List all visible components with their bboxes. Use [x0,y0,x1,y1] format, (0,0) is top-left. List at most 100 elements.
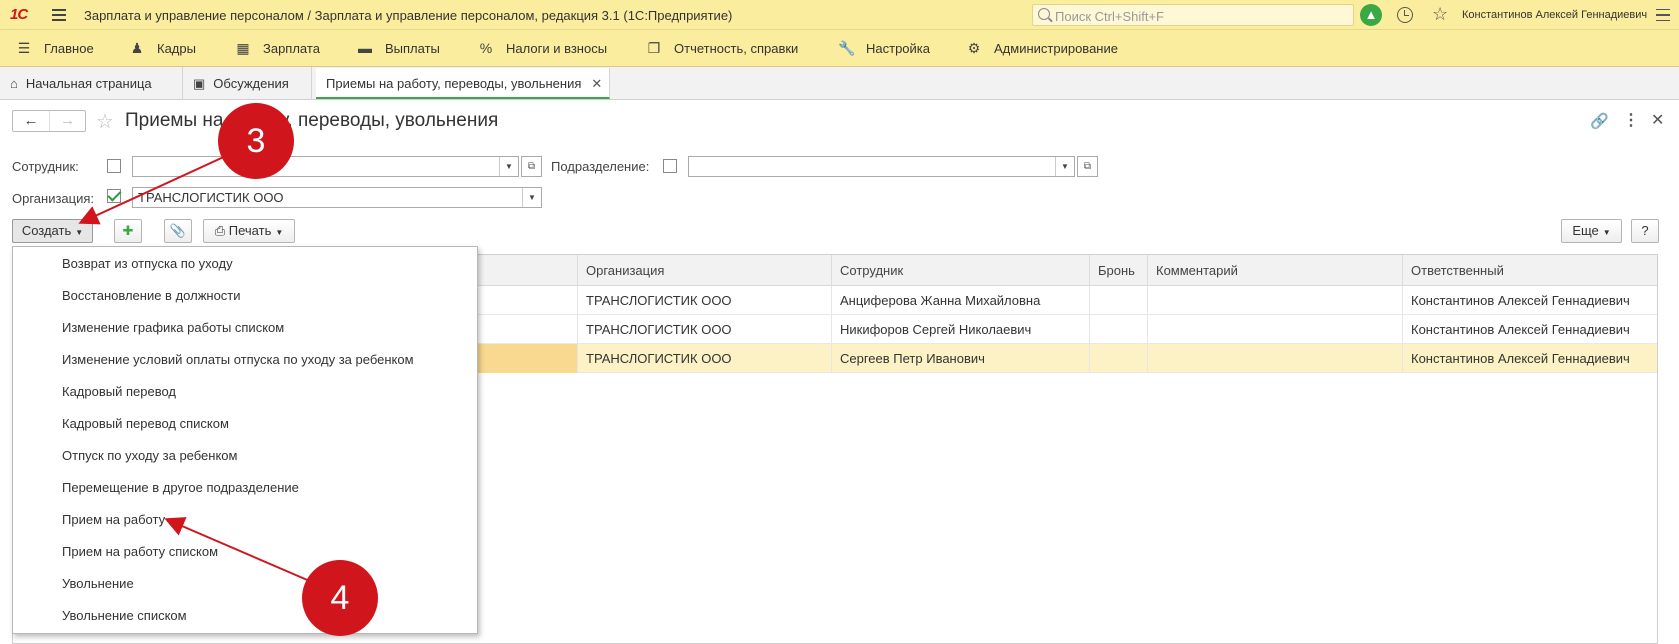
settings-menu-icon[interactable] [1656,9,1670,21]
more-button-label: Еще [1572,223,1599,238]
chevron-down-icon: ▼ [75,228,84,237]
section-label: Администрирование [994,41,1118,56]
column-header-comment[interactable]: Комментарий [1147,255,1402,286]
section-label: Настройка [866,41,930,56]
department-filter-field[interactable]: ▼ [688,156,1075,177]
organization-filter-checkbox[interactable] [107,189,121,203]
section-settings[interactable]: 🔧 Настройка [838,30,930,67]
search-input[interactable]: Поиск Ctrl+Shift+F [1032,4,1354,26]
main-menu-icon[interactable] [52,9,66,21]
home-icon: ⌂ [10,76,18,91]
section-admin[interactable]: ⚙ Администрирование [966,30,1118,67]
tab-home[interactable]: ⌂ Начальная страница [0,67,183,100]
section-payments[interactable]: ▬ Выплаты [357,30,440,67]
link-icon[interactable]: 🔗 [1590,112,1609,130]
tab-label: Обсуждения [213,76,289,91]
employee-filter-checkbox[interactable] [107,159,121,173]
cell-employee: Анциферова Жанна Михайловна [831,286,1089,315]
more-actions-icon[interactable]: ⋮ [1623,110,1639,130]
paperclip-icon: 📎 [169,223,187,238]
section-reports[interactable]: ❐ Отчетность, справки [646,30,799,67]
cell-reserve [1089,344,1147,373]
wrench-icon: 🔧 [838,40,856,56]
tab-label: Приемы на работу, переводы, увольнения [326,76,582,91]
column-header-reserve[interactable]: Бронь [1089,255,1147,286]
cell-responsible: Константинов Алексей Геннадиевич [1402,344,1659,373]
section-salary[interactable]: ▦ Зарплата [235,30,320,67]
section-hr[interactable]: ♟ Кадры [129,30,196,67]
cell-organization: ТРАНСЛОГИСТИК ООО [577,344,831,373]
menu-item[interactable]: Изменение графика работы списком [13,312,477,344]
cell-reserve [1089,315,1147,344]
menu-item[interactable]: Восстановление в должности [13,280,477,312]
section-main[interactable]: ☰ Главное [16,30,94,67]
menu-item[interactable]: Отпуск по уходу за ребенком [13,440,477,472]
close-form-icon[interactable]: ✕ [1651,110,1664,130]
employee-filter-label: Сотрудник: [12,159,79,174]
cell-employee: Сергеев Петр Иванович [831,344,1089,373]
sections-panel: ☰ Главное ♟ Кадры ▦ Зарплата ▬ Выплаты % Нало… [0,30,1679,67]
section-label: Кадры [157,41,196,56]
back-arrow-icon[interactable]: ← [13,111,50,131]
close-icon[interactable]: ✕ [591,68,602,99]
chevron-down-icon[interactable]: ▼ [522,188,541,207]
title-bar: 1С Зарплата и управление персоналом / За… [0,0,1679,30]
chat-icon: ▣ [193,76,206,91]
cell-comment [1147,286,1402,315]
chevron-down-icon: ▼ [275,228,284,237]
notifications-icon[interactable]: ▲ [1360,4,1382,26]
chevron-down-icon[interactable]: ▼ [1055,157,1074,176]
organization-filter-field[interactable]: ТРАНСЛОГИСТИК ООО ▼ [132,187,542,208]
column-header-responsible[interactable]: Ответственный [1402,255,1659,286]
print-button[interactable]: ⎙ Печать ▼ [203,219,295,243]
people-icon: ♟ [130,40,144,56]
create-dropdown-menu: Возврат из отпуска по уходу Восстановлен… [12,246,478,634]
menu-item[interactable]: Кадровый перевод [13,376,477,408]
favorites-icon[interactable]: ☆ [1432,4,1448,25]
forward-arrow-icon[interactable]: → [50,111,85,131]
open-tabs-bar: ⌂ Начальная страница ▣ Обсуждения Приемы н… [0,67,1679,100]
tab-hires-transfers[interactable]: Приемы на работу, переводы, увольнения ✕ [316,68,610,99]
app-title: Зарплата и управление персоналом / Зарпл… [84,8,733,23]
user-name[interactable]: Константинов Алексей Геннадиевич [1462,9,1647,21]
step-3-callout: 3 [218,103,294,179]
document-add-icon: ✚ [122,223,134,238]
chevron-down-icon[interactable]: ▼ [499,157,518,176]
menu-item-hire[interactable]: Прием на работу [13,504,477,536]
department-filter-checkbox[interactable] [663,159,677,173]
cell-reserve [1089,286,1147,315]
create-on-basis-button[interactable]: ✚ [114,219,142,243]
chevron-down-icon: ▼ [1602,228,1611,237]
cell-responsible: Константинов Алексей Геннадиевич [1402,315,1659,344]
cell-employee: Никифоров Сергей Николаевич [831,315,1089,344]
menu-item[interactable]: Прием на работу списком [13,536,477,568]
column-header-organization[interactable]: Организация [577,255,831,286]
open-employee-icon[interactable]: ⧉ [521,156,542,177]
menu-item[interactable]: Увольнение списком [13,600,477,632]
organization-filter-value: ТРАНСЛОГИСТИК ООО [138,190,284,205]
history-icon[interactable] [1397,7,1413,23]
add-to-favorites-icon[interactable]: ☆ [96,109,114,134]
menu-item[interactable]: Перемещение в другое подразделение [13,472,477,504]
menu-item[interactable]: Увольнение [13,568,477,600]
menu-item[interactable]: Изменение условий оплаты отпуска по уход… [13,344,477,376]
search-placeholder: Поиск Ctrl+Shift+F [1055,9,1164,24]
tab-discussions[interactable]: ▣ Обсуждения [183,67,312,100]
column-header-employee[interactable]: Сотрудник [831,255,1089,286]
printer-icon: ⎙ [214,223,229,238]
organization-filter-label: Организация: [12,191,95,206]
menu-item[interactable]: Возврат из отпуска по уходу [13,248,477,280]
employee-filter-field[interactable]: ▼ [132,156,519,177]
1c-logo[interactable]: 1С [10,6,28,23]
open-department-icon[interactable]: ⧉ [1077,156,1098,177]
reports-icon: ❐ [647,40,661,56]
create-button[interactable]: Создать ▼ [12,219,93,243]
more-button[interactable]: Еще ▼ [1561,219,1622,243]
menu-list-icon: ☰ [17,40,31,56]
section-taxes[interactable]: % Налоги и взносы [478,30,607,67]
cell-responsible: Константинов Алексей Геннадиевич [1402,286,1659,315]
help-button[interactable]: ? [1631,219,1659,243]
attach-files-button[interactable]: 📎 [164,219,192,243]
calculator-icon: ▦ [236,40,250,56]
menu-item[interactable]: Кадровый перевод списком [13,408,477,440]
